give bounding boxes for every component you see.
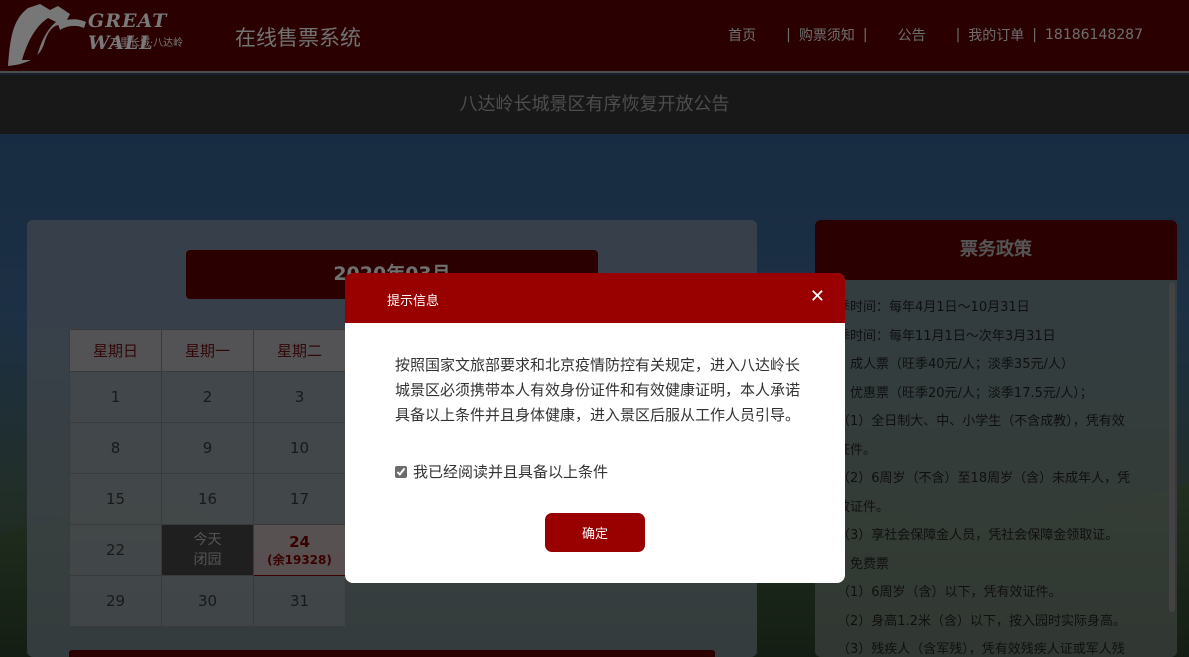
agree-checkbox[interactable]: [395, 465, 407, 478]
agree-checkbox-row[interactable]: 我已经阅读并且具备以上条件: [395, 461, 608, 482]
dialog-header: 提示信息 ✕: [345, 273, 845, 323]
confirm-button[interactable]: 确定: [545, 513, 645, 552]
dialog-title: 提示信息: [387, 294, 440, 309]
agree-checkbox-label: 我已经阅读并且具备以上条件: [413, 463, 609, 481]
notice-dialog: 提示信息 ✕ 按照国家文旅部要求和北京疫情防控有关规定，进入八达岭长城景区必须携…: [345, 273, 845, 583]
dialog-message: 按照国家文旅部要求和北京疫情防控有关规定，进入八达岭长城景区必须携带本人有效身份…: [395, 356, 801, 424]
close-icon[interactable]: ✕: [810, 287, 825, 307]
